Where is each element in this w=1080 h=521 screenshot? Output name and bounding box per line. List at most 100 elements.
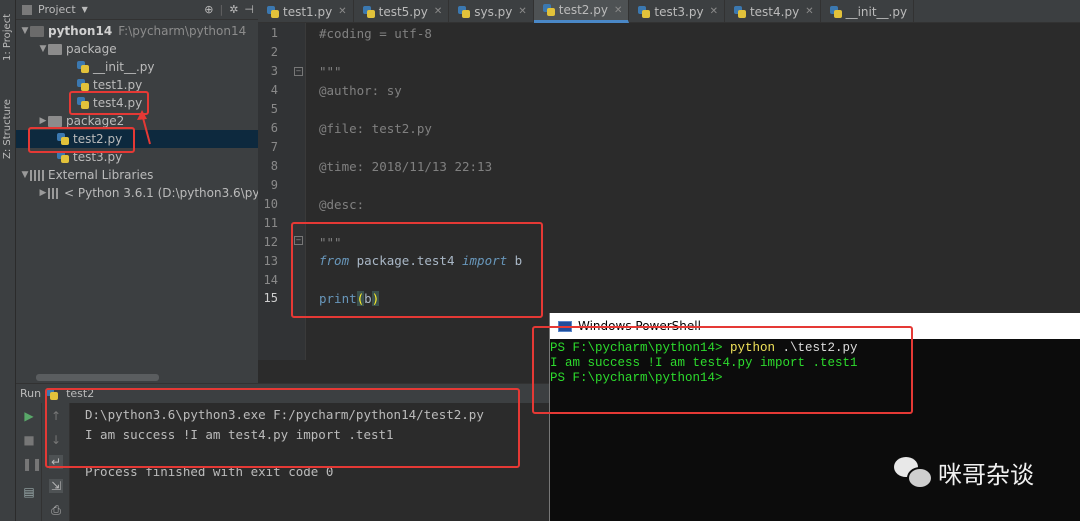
line-number: 12 <box>263 235 278 249</box>
line-number: 3 <box>270 64 278 78</box>
line-number: 8 <box>270 159 278 173</box>
tab-sys[interactable]: sys.py ✕ <box>449 0 534 23</box>
watermark: 咪哥杂谈 <box>894 455 1034 490</box>
folder-icon <box>30 25 44 37</box>
arrow-down-icon[interactable]: ↓ <box>49 433 63 447</box>
editor-tab-bar: test1.py ✕ test5.py ✕ sys.py ✕ test2.py ✕ te… <box>258 0 1080 23</box>
scroll-to-end-icon[interactable]: ⇲ <box>49 479 63 493</box>
tree-item-package[interactable]: ▼ package <box>38 40 117 58</box>
rerun-icon[interactable]: ▶ <box>22 409 36 423</box>
code-editor[interactable]: #coding = utf-8 """ @author: sy @file: t… <box>306 23 1080 360</box>
code-line-14: from package.test4 import b <box>319 253 522 268</box>
line-number: 11 <box>263 216 278 230</box>
expand-arrow-icon[interactable]: ▼ <box>20 166 30 184</box>
arrow-up-icon[interactable]: ↑ <box>49 409 63 423</box>
ps-line-command: PS F:\pycharm\python14> python .\test2.p… <box>550 341 858 355</box>
expand-arrow-icon[interactable]: ▼ <box>38 40 48 58</box>
layout-icon[interactable]: ▤ <box>22 485 36 499</box>
project-header-label[interactable]: Project <box>38 3 76 16</box>
run-console-output[interactable]: D:\python3.6\python3.exe F:/pycharm/pyth… <box>70 403 550 521</box>
tree-item-label: package <box>66 42 117 56</box>
builtin-print: print <box>319 291 357 306</box>
tab-label: sys.py <box>474 4 513 19</box>
imported-name: b <box>507 253 523 268</box>
close-icon[interactable]: ✕ <box>710 6 718 17</box>
library-icon <box>30 169 44 181</box>
soft-wrap-icon[interactable]: ↵ <box>49 455 63 469</box>
close-icon[interactable]: ✕ <box>518 6 526 17</box>
code-line-15: print(b) <box>319 291 380 306</box>
tab-test1[interactable]: test1.py ✕ <box>258 0 354 23</box>
line-number: 5 <box>270 102 278 116</box>
expand-arrow-icon[interactable]: ▼ <box>20 22 30 40</box>
hide-panel-icon[interactable]: ⊣ <box>244 3 254 16</box>
run-panel-header: Run test2 <box>16 383 550 403</box>
python-file-icon <box>637 5 651 19</box>
line-number: 1 <box>270 26 278 40</box>
close-icon[interactable]: ✕ <box>614 5 622 16</box>
tab-test2[interactable]: test2.py ✕ <box>533 0 630 23</box>
code-line-4: @author: sy <box>319 83 402 98</box>
tree-item-package2[interactable]: ▶ package2 <box>38 112 125 130</box>
tab-init[interactable]: __init__.py <box>821 0 915 23</box>
tab-test4[interactable]: test4.py ✕ <box>725 0 821 23</box>
ps-line-output: I am success !I am test4.py import .test… <box>550 356 858 370</box>
python-file-icon <box>76 78 90 92</box>
close-icon[interactable]: ✕ <box>805 6 813 17</box>
collapse-arrow-icon[interactable]: ▶ <box>38 184 48 202</box>
tree-item-test1[interactable]: test1.py <box>76 76 142 94</box>
code-line-3: """ <box>319 64 342 79</box>
tab-label: test1.py <box>283 4 333 19</box>
tab-label: __init__.py <box>845 4 908 19</box>
stop-icon[interactable]: ■ <box>22 433 36 447</box>
code-line-10: @desc: <box>319 197 365 212</box>
fold-marker-icon[interactable]: − <box>294 67 303 76</box>
tree-item-external-libraries[interactable]: ▼ External Libraries <box>20 166 154 184</box>
tree-root[interactable]: ▼ python14 F:\pycharm\python14 <box>20 22 247 40</box>
gear-icon[interactable]: ✲ <box>229 3 238 16</box>
ps-prompt: PS F:\pycharm\python14> <box>550 341 731 355</box>
fold-marker-icon[interactable]: − <box>294 236 303 245</box>
run-label: Run <box>20 387 42 400</box>
close-icon[interactable]: ✕ <box>434 6 442 17</box>
tree-item-python-sdk[interactable]: ▶ < Python 3.6.1 (D:\python3.6\pyth <box>38 184 272 202</box>
tree-item-label: test3.py <box>73 150 123 164</box>
collapse-arrow-icon[interactable]: ▶ <box>38 112 48 130</box>
powershell-titlebar[interactable]: Windows PowerShell <box>550 313 1080 339</box>
ps-argument: .\test2.py <box>775 341 858 355</box>
line-number-gutter: 1 2 3 4 5 6 7 8 9 10 11 12 13 14 15 − − <box>258 23 306 360</box>
console-line: D:\python3.6\python3.exe F:/pycharm/pyth… <box>85 407 484 422</box>
console-line: I am success !I am test4.py import .test… <box>85 427 394 442</box>
tab-test3[interactable]: test3.py ✕ <box>629 0 725 23</box>
tree-item-init[interactable]: __init__.py <box>76 58 155 76</box>
horizontal-scrollbar[interactable] <box>36 374 159 381</box>
python-file-icon <box>733 5 747 19</box>
tab-test5[interactable]: test5.py ✕ <box>354 0 450 23</box>
ps-command: python <box>730 341 776 355</box>
tree-item-test3[interactable]: test3.py <box>56 148 122 166</box>
tool-tab-project[interactable]: 1: Project <box>0 6 16 68</box>
project-panel: Project ▼ ⊕ | ✲ ⊣ ▼ python14 F:\pycharm\… <box>16 0 272 383</box>
watermark-text: 咪哥杂谈 <box>938 461 1034 489</box>
close-icon[interactable]: ✕ <box>338 6 346 17</box>
wechat-icon <box>894 456 933 489</box>
chevron-down-icon[interactable]: ▼ <box>82 5 88 14</box>
line-number: 13 <box>263 254 278 268</box>
run-config-name[interactable]: test2 <box>66 387 94 400</box>
code-line-8: @time: 2018/11/13 22:13 <box>319 159 493 174</box>
powershell-window[interactable]: Windows PowerShell PS F:\pycharm\python1… <box>549 313 1080 521</box>
tab-label: test2.py <box>558 3 608 17</box>
paren-close: ) <box>371 291 380 306</box>
root-path: F:\pycharm\python14 <box>118 24 247 38</box>
sdk-icon <box>48 187 60 199</box>
tree-item-test2[interactable]: test2.py <box>56 130 122 148</box>
python-file-icon <box>829 5 843 19</box>
tree-item-label: test1.py <box>93 78 143 92</box>
tool-tab-structure[interactable]: Z: Structure <box>0 92 16 166</box>
run-toolbar-right: ↑ ↓ ↵ ⇲ ⎙ <box>42 403 70 521</box>
tree-item-test4[interactable]: test4.py <box>76 94 142 112</box>
code-line-6: @file: test2.py <box>319 121 432 136</box>
pause-icon[interactable]: ❚❚ <box>22 457 42 471</box>
sync-icon[interactable]: ⊕ <box>204 3 213 16</box>
print-icon[interactable]: ⎙ <box>49 503 63 517</box>
